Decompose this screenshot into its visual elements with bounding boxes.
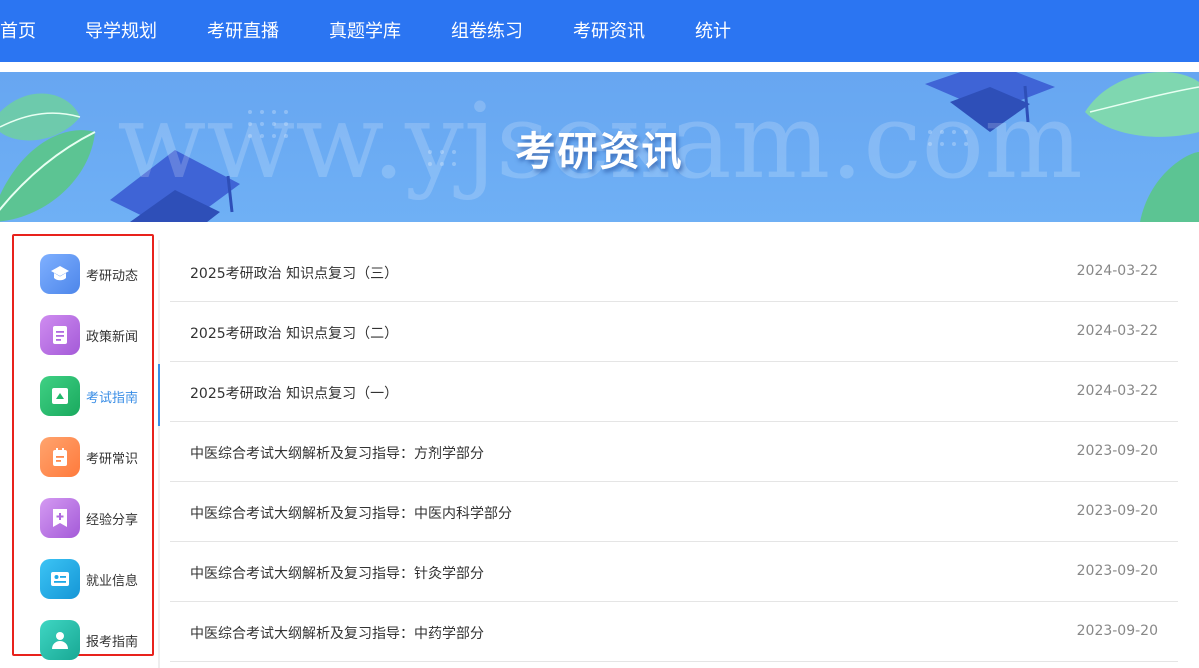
article-title[interactable]: 中医综合考试大纲解析及复习指导：中药学部分	[190, 623, 484, 643]
article-row[interactable]: 中医综合考试大纲解析及复习指导：中医内科学部分 2023-09-20	[170, 482, 1178, 542]
article-list: 2025考研政治 知识点复习（三） 2024-03-22 2025考研政治 知识…	[170, 242, 1178, 662]
banner-title: 考研资讯	[515, 128, 684, 175]
sidebar-item-employment[interactable]: 就业信息	[40, 559, 158, 603]
graduation-cap-icon	[40, 254, 80, 294]
nav-item-home[interactable]: 首页	[0, 0, 36, 62]
sidebar-item-label: 考试指南	[86, 391, 139, 406]
article-title[interactable]: 2025考研政治 知识点复习（一）	[190, 383, 398, 403]
document-icon	[40, 315, 80, 355]
article-date: 2024-03-22	[1076, 323, 1158, 339]
top-nav: 首页 导学规划 考研直播 真题学库 组卷练习 考研资讯 统计	[0, 0, 1199, 62]
nav-item-stats[interactable]: 统计	[695, 0, 731, 62]
article-title[interactable]: 中医综合考试大纲解析及复习指导：方剂学部分	[190, 443, 484, 463]
article-date: 2023-09-20	[1076, 443, 1158, 459]
sidebar-item-label: 就业信息	[86, 574, 139, 589]
article-row[interactable]: 2025考研政治 知识点复习（一） 2024-03-22	[170, 362, 1178, 422]
article-title[interactable]: 中医综合考试大纲解析及复习指导：中医内科学部分	[190, 503, 512, 523]
sidebar-item-label: 政策新闻	[86, 330, 139, 345]
article-title[interactable]: 中医综合考试大纲解析及复习指导：针灸学部分	[190, 563, 484, 583]
sidebar-active-indicator	[158, 364, 160, 426]
nav-item-news[interactable]: 考研资讯	[573, 0, 645, 62]
sidebar-item-kaoyan-knowledge[interactable]: 考研常识	[40, 437, 158, 481]
bookmark-plus-icon	[40, 498, 80, 538]
sidebar-divider	[158, 240, 160, 668]
article-row[interactable]: 中医综合考试大纲解析及复习指导：针灸学部分 2023-09-20	[170, 542, 1178, 602]
id-card-icon	[40, 559, 80, 599]
sidebar-item-experience[interactable]: 经验分享	[40, 498, 158, 542]
nav-item-guide-plan[interactable]: 导学规划	[85, 0, 157, 62]
article-date: 2023-09-20	[1076, 563, 1158, 579]
banner: www.yjsexam.com 考研资讯	[0, 72, 1199, 222]
notepad-icon	[40, 437, 80, 477]
article-row[interactable]: 2025考研政治 知识点复习（三） 2024-03-22	[170, 242, 1178, 302]
nav-spacer	[0, 62, 1199, 72]
sidebar-item-label: 考研常识	[86, 452, 139, 467]
article-title[interactable]: 2025考研政治 知识点复习（二）	[190, 323, 398, 343]
nav-item-practice[interactable]: 组卷练习	[451, 0, 523, 62]
article-date: 2024-03-22	[1076, 263, 1158, 279]
sidebar-item-exam-guide[interactable]: 考试指南	[40, 376, 158, 420]
article-row[interactable]: 中医综合考试大纲解析及复习指导：中药学部分 2023-09-20	[170, 602, 1178, 662]
user-icon	[40, 620, 80, 660]
sidebar-item-label: 报考指南	[86, 635, 139, 650]
sidebar-item-label: 考研动态	[86, 269, 139, 284]
sidebar-item-policy-news[interactable]: 政策新闻	[40, 315, 158, 359]
nav-item-live[interactable]: 考研直播	[207, 0, 279, 62]
article-date: 2023-09-20	[1076, 503, 1158, 519]
article-date: 2024-03-22	[1076, 383, 1158, 399]
sidebar-item-label: 经验分享	[86, 513, 139, 528]
article-date: 2023-09-20	[1076, 623, 1158, 639]
article-row[interactable]: 2025考研政治 知识点复习（二） 2024-03-22	[170, 302, 1178, 362]
article-row[interactable]: 中医综合考试大纲解析及复习指导：方剂学部分 2023-09-20	[170, 422, 1178, 482]
article-title[interactable]: 2025考研政治 知识点复习（三）	[190, 263, 398, 283]
guide-triangle-icon	[40, 376, 80, 416]
category-sidebar: 考研动态 政策新闻 考试指南 考研常识 经验分享 就业信息 报考指南	[12, 234, 154, 660]
nav-item-question-bank[interactable]: 真题学库	[329, 0, 401, 62]
sidebar-item-application-guide[interactable]: 报考指南	[40, 620, 158, 664]
sidebar-item-kaoyan-news[interactable]: 考研动态	[40, 254, 158, 298]
